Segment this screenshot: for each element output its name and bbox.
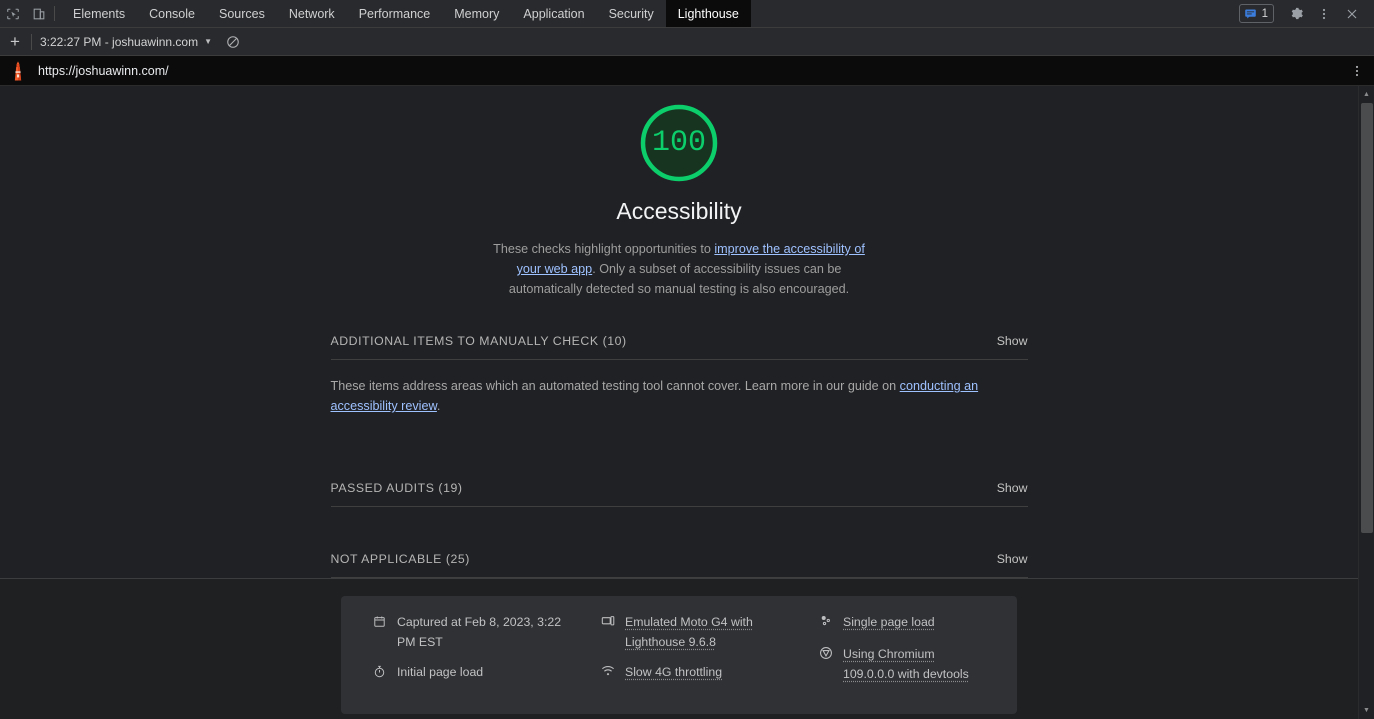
metadata-item-throttling: Slow 4G throttling (601, 662, 819, 684)
message-count-badge[interactable]: 1 (1239, 4, 1274, 23)
section-show-toggle[interactable]: Show (997, 481, 1028, 495)
section-show-toggle[interactable]: Show (997, 334, 1028, 348)
chevron-down-icon: ▼ (204, 37, 212, 46)
wifi-icon (601, 662, 625, 684)
category-score-block: 100 Accessibility These checks highlight… (0, 86, 1358, 299)
devices-icon (601, 612, 625, 652)
generated-by-line: Generated by Lighthouse 9.6.8 | File an … (0, 714, 1358, 719)
tab-performance[interactable]: Performance (347, 0, 443, 27)
tab-network[interactable]: Network (277, 0, 347, 27)
scroll-down-arrow[interactable]: ▼ (1359, 702, 1374, 719)
report-scroll-area: 100 Accessibility These checks highlight… (0, 86, 1358, 719)
category-title: Accessibility (0, 198, 1358, 225)
section-header[interactable]: ADDITIONAL ITEMS TO MANUALLY CHECK (10) … (331, 325, 1028, 359)
category-description: These checks highlight opportunities to … (487, 239, 871, 299)
metadata-item-page-load: Initial page load (373, 662, 601, 684)
more-vertical-icon[interactable] (1310, 0, 1338, 28)
report-url: https://joshuawinn.com/ (38, 64, 169, 78)
report-footer: Captured at Feb 8, 2023, 3:22 PM EST Ini… (0, 578, 1358, 719)
section-not-applicable: NOT APPLICABLE (25) Show (331, 543, 1028, 578)
section-header[interactable]: PASSED AUDITS (19) Show (331, 472, 1028, 506)
tab-application[interactable]: Application (511, 0, 596, 27)
score-value: 100 (652, 126, 706, 160)
section-show-toggle[interactable]: Show (997, 552, 1028, 566)
scrollbar-track[interactable] (1359, 103, 1374, 702)
calendar-icon (373, 612, 397, 652)
body-before: These items address areas which an autom… (331, 379, 900, 393)
metadata-item-chromium: Using Chromium 109.0.0.0 with devtools (819, 644, 987, 684)
section-title: NOT APPLICABLE (25) (331, 552, 470, 566)
report-sections: ADDITIONAL ITEMS TO MANUALLY CHECK (10) … (331, 325, 1028, 578)
clear-all-icon[interactable] (226, 35, 240, 49)
body-after: . (437, 399, 441, 413)
metadata-text[interactable]: Using Chromium 109.0.0.0 with devtools (843, 644, 987, 684)
tab-label: Security (609, 7, 654, 21)
devtools-tabbar: Elements Console Sources Network Perform… (0, 0, 1374, 28)
stopwatch-icon (373, 662, 397, 684)
toolbar-divider (54, 6, 55, 21)
report-menu-icon[interactable] (1350, 64, 1364, 78)
metadata-column-3: Single page load Using Chromium 109.0.0.… (819, 612, 987, 694)
device-toolbar-icon[interactable] (26, 0, 52, 27)
metadata-item-captured-at: Captured at Feb 8, 2023, 3:22 PM EST (373, 612, 601, 652)
metadata-text: Captured at Feb 8, 2023, 3:22 PM EST (397, 612, 569, 652)
section-divider (331, 506, 1028, 507)
metadata-text[interactable]: Slow 4G throttling (625, 662, 722, 684)
metadata-column-2: Emulated Moto G4 with Lighthouse 9.6.8 S… (601, 612, 819, 694)
close-icon[interactable] (1338, 0, 1366, 28)
tab-label: Lighthouse (678, 7, 739, 21)
devtools-panel-tabs: Elements Console Sources Network Perform… (61, 0, 751, 27)
tab-elements[interactable]: Elements (61, 0, 137, 27)
tab-label: Sources (219, 7, 265, 21)
lighthouse-logo-icon (9, 61, 27, 81)
tab-label: Network (289, 7, 335, 21)
message-count: 1 (1262, 8, 1268, 20)
lighthouse-report: 100 Accessibility These checks highlight… (0, 86, 1374, 719)
new-report-button[interactable]: + (3, 31, 27, 53)
section-header[interactable]: NOT APPLICABLE (25) Show (331, 543, 1028, 577)
metadata-text[interactable]: Single page load (843, 612, 935, 634)
section-body: These items address areas which an autom… (331, 360, 1028, 434)
page-load-icon (819, 612, 843, 634)
desc-before: These checks highlight opportunities to (493, 242, 714, 256)
tab-label: Elements (73, 7, 125, 21)
scroll-up-arrow[interactable]: ▲ (1359, 86, 1374, 103)
section-title: PASSED AUDITS (19) (331, 481, 463, 495)
tab-security[interactable]: Security (597, 0, 666, 27)
gear-icon[interactable] (1282, 0, 1310, 28)
runbar-divider (31, 34, 32, 50)
run-selector[interactable]: 3:22:27 PM - joshuawinn.com ▼ (40, 35, 212, 49)
metadata-item-single-page-load: Single page load (819, 612, 987, 634)
section-manual-checks: ADDITIONAL ITEMS TO MANUALLY CHECK (10) … (331, 325, 1028, 434)
devtools-toolbar-right: 1 (1239, 0, 1374, 27)
tab-label: Memory (454, 7, 499, 21)
message-icon (1244, 7, 1257, 20)
chromium-icon (819, 644, 843, 684)
tab-memory[interactable]: Memory (442, 0, 511, 27)
lighthouse-runbar: + 3:22:27 PM - joshuawinn.com ▼ (0, 28, 1374, 56)
tab-console[interactable]: Console (137, 0, 207, 27)
section-title: ADDITIONAL ITEMS TO MANUALLY CHECK (10) (331, 334, 627, 348)
tab-label: Console (149, 7, 195, 21)
run-metadata-block: Captured at Feb 8, 2023, 3:22 PM EST Ini… (341, 596, 1017, 714)
run-selector-label: 3:22:27 PM - joshuawinn.com (40, 35, 198, 49)
score-gauge[interactable]: 100 (640, 104, 718, 182)
section-passed-audits: PASSED AUDITS (19) Show (331, 472, 1028, 507)
tab-label: Application (523, 7, 584, 21)
inspect-element-icon[interactable] (0, 0, 26, 27)
metadata-column-1: Captured at Feb 8, 2023, 3:22 PM EST Ini… (373, 612, 601, 694)
metadata-text[interactable]: Emulated Moto G4 with Lighthouse 9.6.8 (625, 612, 797, 652)
tab-lighthouse[interactable]: Lighthouse (666, 0, 751, 27)
metadata-text: Initial page load (397, 662, 483, 684)
scrollbar-thumb[interactable] (1361, 103, 1373, 533)
metadata-item-emulation: Emulated Moto G4 with Lighthouse 9.6.8 (601, 612, 819, 652)
tab-label: Performance (359, 7, 431, 21)
tab-sources[interactable]: Sources (207, 0, 277, 27)
vertical-scrollbar[interactable]: ▲ ▼ (1358, 86, 1374, 719)
report-urlbar: https://joshuawinn.com/ (0, 56, 1374, 86)
